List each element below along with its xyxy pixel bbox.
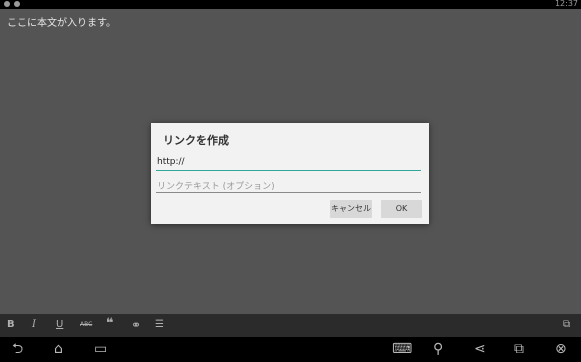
recents-icon[interactable]: ▭ <box>94 341 107 357</box>
italic-icon[interactable]: I <box>32 319 36 331</box>
close-icon[interactable]: ⊗ <box>555 341 567 357</box>
expand-icon[interactable]: ⧉ <box>563 319 570 331</box>
keyboard-icon[interactable]: ⌨ <box>392 341 412 357</box>
link-text-placeholder: リンクテキスト (オプション) <box>157 182 275 192</box>
list-icon[interactable]: ☰ <box>155 319 164 331</box>
underline-icon[interactable]: U <box>56 319 63 331</box>
link-text-input[interactable]: リンクテキスト (オプション) <box>156 178 421 193</box>
dialog-title: リンクを作成 <box>163 134 229 147</box>
notification-icon <box>4 1 10 7</box>
app-icon <box>14 1 20 7</box>
window-icon[interactable]: ⧉ <box>514 341 524 357</box>
share-icon[interactable]: ⋖ <box>474 341 486 357</box>
back-icon[interactable]: ⮌ <box>12 341 23 357</box>
location-icon[interactable]: ⚲ <box>433 341 443 357</box>
ok-button[interactable]: OK <box>381 200 422 218</box>
url-input-value: http:// <box>157 157 185 167</box>
url-input[interactable]: http:// <box>156 156 421 171</box>
bold-icon[interactable]: B <box>7 319 15 331</box>
navigation-bar: ⮌ ⌂ ▭ ⌨ ⚲ ⋖ ⧉ ⊗ <box>0 337 581 362</box>
strikethrough-icon[interactable]: ABC <box>80 319 92 331</box>
quote-icon[interactable]: ❝ <box>106 317 114 330</box>
link-icon[interactable]: ⚭ <box>131 319 141 331</box>
format-toolbar: B I U ABC ❝ ⚭ ☰ ⧉ <box>0 314 581 337</box>
cancel-button[interactable]: キャンセル <box>330 200 372 218</box>
clock: 12:37 <box>554 0 578 8</box>
status-bar: 12:37 <box>0 0 581 9</box>
create-link-dialog: リンクを作成 http:// リンクテキスト (オプション) キャンセル OK <box>151 123 429 224</box>
editor-body-text[interactable]: ここに本文が入ります。 <box>7 14 116 29</box>
home-icon[interactable]: ⌂ <box>54 341 63 357</box>
